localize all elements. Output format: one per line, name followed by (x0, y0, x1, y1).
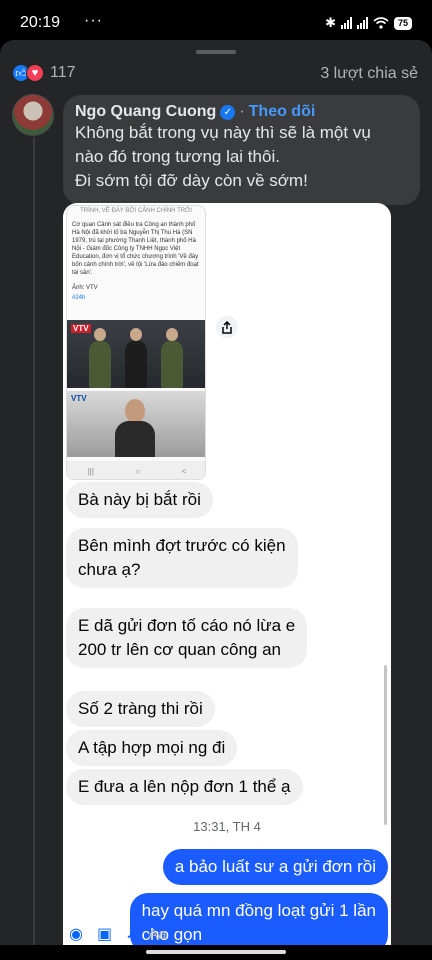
follow-button[interactable]: Theo dõi (249, 103, 316, 121)
message-composer: ◉ ▣ ♪ Aa (63, 921, 391, 945)
mic-icon: ♪ (126, 925, 135, 942)
reaction-count: 117 (50, 64, 76, 81)
scrollbar (384, 665, 387, 825)
officer-figure (161, 328, 183, 388)
message-bubble: E đưa a lên nộp đơn 1 thể ạ (66, 769, 303, 805)
status-icons: ✱ 75 (325, 15, 412, 31)
composer-placeholder: Aa (148, 925, 167, 943)
message-bubble: E dã gửi đơn tố cáo nó lừa e 200 tr lên c… (66, 608, 308, 668)
battery-icon: 75 (393, 16, 412, 30)
comments-sheet: 👍︎ ♥ 117 3 lượt chia sẻ Ngo Quang Cuong … (0, 40, 432, 945)
separator: · (239, 103, 245, 120)
camera-icon: ◉ (69, 926, 83, 943)
comment-bubble: Ngo Quang Cuong ✓ · Theo dõi Không bắt t… (63, 95, 420, 205)
attached-image[interactable]: TRÌNH, VỀ ĐÁY BỞI CẢNH CHÍNH TRỞI Cơ qua… (63, 203, 391, 945)
article-tag: #24h (72, 295, 86, 301)
signal-2-icon (356, 17, 368, 29)
reactions-summary[interactable]: 👍︎ ♥ 117 (12, 64, 76, 82)
officer-figure (89, 328, 111, 388)
comment-text-line: Không bắt trong vụ này thì sẽ là một vụ (75, 123, 371, 142)
status-time: 20:19 (20, 14, 61, 31)
message-bubble: Số 2 tràng thi rồi (66, 691, 215, 727)
comment-author[interactable]: Ngo Quang Cuong (75, 103, 216, 121)
share-icon[interactable] (216, 316, 238, 338)
article-body: Cơ quan Cảnh sát điều tra Công an thành … (72, 222, 199, 276)
vtv-logo: VTV (71, 324, 91, 333)
shared-article-card[interactable]: TRÌNH, VỀ ĐÁY BỞI CẢNH CHÍNH TRỞI Cơ qua… (66, 205, 206, 480)
portrait-figure (115, 399, 155, 457)
news-photo: VTV (67, 391, 205, 457)
mini-nav-bar: ||| ○ < (67, 461, 205, 479)
my-message-bubble: a bảo luất sư a gửi đơn rồi (162, 849, 388, 885)
comment-text-line: Đi sớm tội đỡ dày còn về sớm! (75, 171, 308, 190)
comment-header: Ngo Quang Cuong ✓ · Theo dõi (75, 103, 408, 121)
thread-line (33, 137, 35, 945)
article-heading: TRÌNH, VỀ ĐÁY BỞI CẢNH CHÍNH TRỞI (80, 208, 192, 214)
image-icon: ▣ (96, 926, 113, 943)
home-indicator[interactable] (146, 950, 286, 954)
message-timestamp: 13:31, TH 4 (193, 819, 261, 834)
news-photo: VTV (67, 320, 205, 388)
sheet-drag-handle[interactable] (196, 50, 236, 54)
message-bubble: Bà này bị bắt rồi (66, 482, 213, 518)
vtv-logo: VTV (71, 394, 87, 403)
wifi-icon (373, 17, 389, 29)
bluetooth-icon: ✱ (325, 15, 336, 30)
share-count-link[interactable]: 3 lượt chia sẻ (320, 65, 418, 83)
avatar[interactable] (12, 94, 54, 136)
message-bubble: A tập hợp mọi ng đi (66, 730, 238, 766)
love-reaction-icon: ♥ (26, 64, 44, 82)
message-bubble: Bên mình đợt trước có kiện chưa ạ? (66, 528, 298, 588)
signal-icon (340, 17, 352, 29)
suspect-figure (125, 328, 147, 388)
verified-badge-icon: ✓ (220, 104, 236, 120)
article-source: Ảnh: VTV (72, 285, 98, 291)
comment-text-line: nào đó trong tương lai thôi. (75, 147, 280, 166)
notification-dots-icon: ··· (84, 12, 103, 29)
